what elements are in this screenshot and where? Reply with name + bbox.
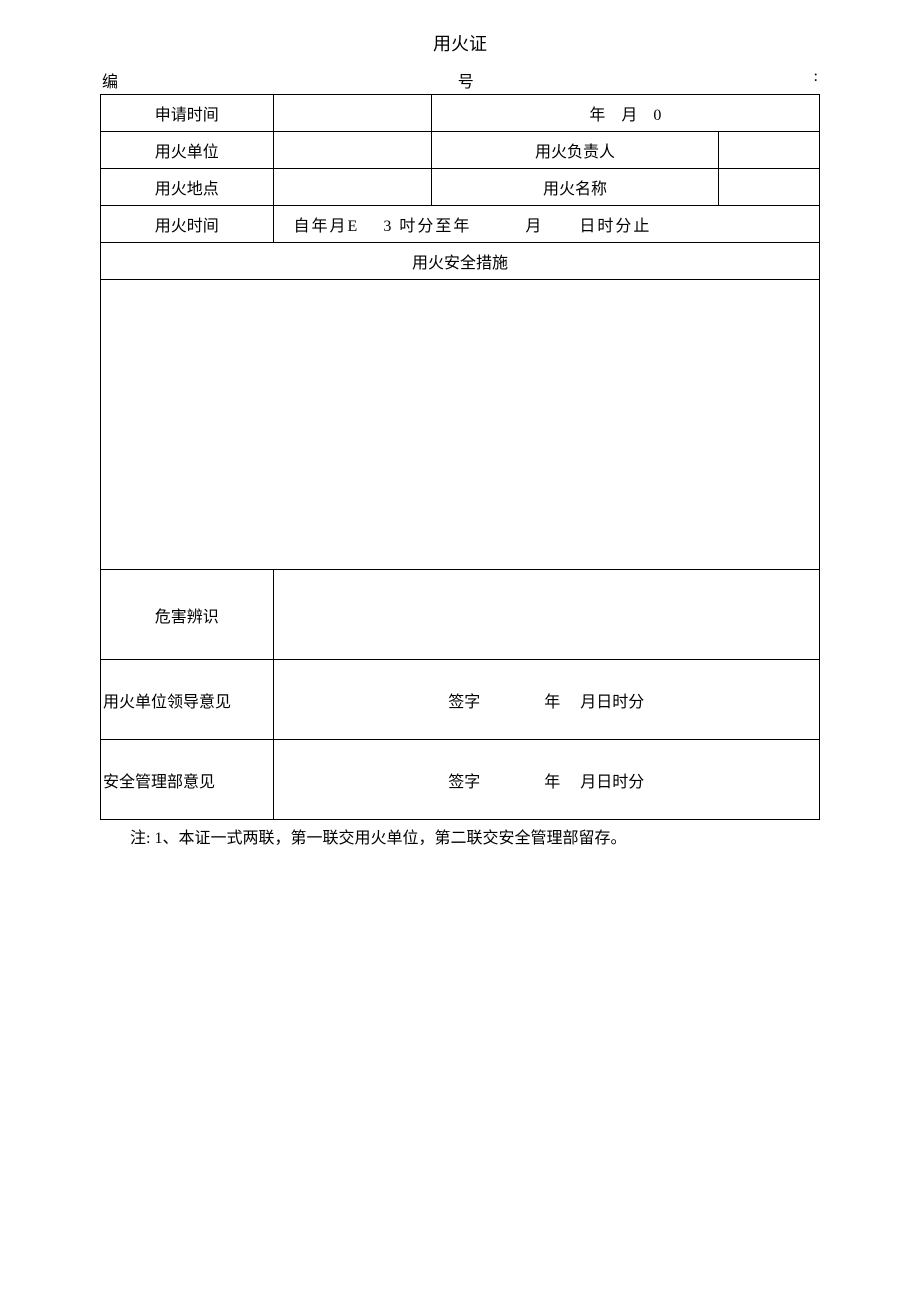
text-year: 年 bbox=[589, 107, 605, 124]
label-safety-dept-opinion: 安全管理部意见 bbox=[101, 740, 274, 820]
value-fire-location bbox=[273, 169, 431, 206]
value-unit-leader-opinion: 签字 年 月日时分 bbox=[273, 660, 819, 740]
label-apply-time: 申请时间 bbox=[101, 95, 274, 132]
row-fire-unit: 用火单位 用火负责人 bbox=[101, 132, 820, 169]
value-fire-responsible bbox=[719, 132, 820, 169]
label-fire-responsible: 用火负责人 bbox=[431, 132, 719, 169]
row-safety-dept-opinion: 安全管理部意见 签字 年 月日时分 bbox=[101, 740, 820, 820]
label-fire-unit: 用火单位 bbox=[101, 132, 274, 169]
value-apply-time-blank bbox=[273, 95, 431, 132]
serial-number-row: 编 号 : bbox=[100, 68, 820, 92]
value-apply-date: 年 月 0 bbox=[431, 95, 819, 132]
value-fire-unit bbox=[273, 132, 431, 169]
label-safety-measures: 用火安全措施 bbox=[101, 243, 820, 280]
value-fire-name bbox=[719, 169, 820, 206]
label-fire-time: 用火时间 bbox=[101, 206, 274, 243]
text-zero: 0 bbox=[653, 107, 661, 124]
serial-left: 编 bbox=[102, 68, 118, 92]
value-fire-time: 自年月E 3 吋分至年 月 日时分止 bbox=[273, 206, 819, 243]
serial-mid: 号 bbox=[458, 68, 474, 92]
document-title: 用火证 bbox=[100, 30, 820, 56]
fire-permit-table: 申请时间 年 月 0 用火单位 用火负责人 用火地点 用火名称 用火时间 自年月… bbox=[100, 94, 820, 820]
label-unit-leader-opinion: 用火单位领导意见 bbox=[101, 660, 274, 740]
text-month: 月 bbox=[621, 107, 637, 124]
row-safety-body bbox=[101, 280, 820, 570]
row-hazard: 危害辨识 bbox=[101, 570, 820, 660]
value-safety-dept-opinion: 签字 年 月日时分 bbox=[273, 740, 819, 820]
row-fire-location: 用火地点 用火名称 bbox=[101, 169, 820, 206]
label-fire-location: 用火地点 bbox=[101, 169, 274, 206]
row-fire-time: 用火时间 自年月E 3 吋分至年 月 日时分止 bbox=[101, 206, 820, 243]
value-safety-measures bbox=[101, 280, 820, 570]
serial-right: : bbox=[814, 68, 818, 92]
value-hazard bbox=[273, 570, 819, 660]
label-fire-name: 用火名称 bbox=[431, 169, 719, 206]
row-unit-leader-opinion: 用火单位领导意见 签字 年 月日时分 bbox=[101, 660, 820, 740]
label-hazard: 危害辨识 bbox=[101, 570, 274, 660]
row-apply-time: 申请时间 年 月 0 bbox=[101, 95, 820, 132]
footnote: 注: 1、本证一式两联，第一联交用火单位，第二联交安全管理部留存。 bbox=[100, 824, 820, 848]
row-safety-header: 用火安全措施 bbox=[101, 243, 820, 280]
